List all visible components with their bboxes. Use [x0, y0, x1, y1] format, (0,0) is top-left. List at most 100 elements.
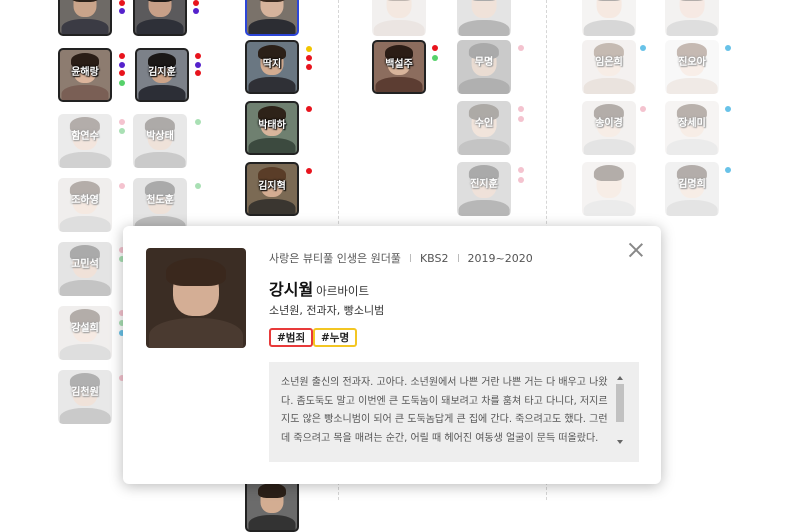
- character-card[interactable]: [665, 0, 719, 36]
- character-card[interactable]: 박태하: [245, 101, 299, 155]
- character-card[interactable]: [245, 0, 299, 36]
- relation-dot: [306, 64, 312, 70]
- relation-dot: [119, 0, 125, 6]
- character-card[interactable]: [582, 162, 636, 216]
- relation-dot: [306, 168, 312, 174]
- separator: [457, 254, 459, 262]
- character-card[interactable]: [372, 0, 426, 36]
- character-role: 아르바이트: [316, 284, 370, 298]
- relation-dot: [518, 116, 524, 122]
- character-card[interactable]: 수인: [457, 101, 511, 155]
- relation-dot: [306, 46, 312, 52]
- hashtag-crime[interactable]: #범죄: [269, 328, 314, 347]
- relation-dot: [306, 106, 312, 112]
- character-card-name: 진지훈: [470, 179, 498, 190]
- character-card-name: 무명: [474, 57, 494, 68]
- relation-dot: [119, 8, 125, 14]
- character-description: 소년원 출신의 전과자. 고아다. 소년원에서 나쁜 거란 나쁜 거는 다 배우…: [269, 362, 639, 462]
- scroll-up-icon[interactable]: [617, 376, 623, 380]
- character-card-name: 김지훈: [148, 67, 176, 78]
- character-photo: [146, 248, 246, 348]
- character-card-name: 천도훈: [146, 195, 174, 206]
- character-card[interactable]: 무명: [457, 40, 511, 94]
- character-card-name: 윤해랑: [71, 67, 99, 78]
- character-card[interactable]: 고민석: [58, 242, 112, 296]
- character-card-name: 조하영: [71, 195, 99, 206]
- character-card-name: 수인: [474, 118, 494, 129]
- character-card-name: 고민석: [71, 259, 99, 270]
- relation-dot: [195, 183, 201, 189]
- relation-dot: [640, 45, 646, 51]
- character-card[interactable]: 김명희: [665, 162, 719, 216]
- relation-dot: [518, 106, 524, 112]
- relation-dot: [195, 119, 201, 125]
- scroll-thumb[interactable]: [616, 384, 624, 422]
- character-card-name: 강설희: [71, 323, 99, 334]
- relation-dot: [306, 55, 312, 61]
- character-card-name: 장세미: [678, 118, 706, 129]
- scroll-down-icon[interactable]: [617, 440, 623, 444]
- character-name: 강시월: [269, 280, 314, 299]
- character-card[interactable]: 진지훈: [457, 162, 511, 216]
- character-card[interactable]: 윤해랑: [58, 48, 112, 102]
- character-card[interactable]: 김지혁: [245, 162, 299, 216]
- character-card-name: 김지혁: [258, 181, 286, 192]
- character-card[interactable]: 진오아: [665, 40, 719, 94]
- relation-dot: [119, 53, 125, 59]
- character-card[interactable]: 천도훈: [133, 178, 187, 232]
- character-card[interactable]: 박상태: [133, 114, 187, 168]
- network: KBS2: [419, 252, 449, 265]
- relation-dot: [193, 8, 199, 14]
- character-card[interactable]: 임은희: [582, 40, 636, 94]
- character-detail-popup: 사랑은 뷰티풀 인생은 원더풀 KBS2 2019~2020 강시월 아르바이트 소년…: [123, 226, 661, 484]
- character-card[interactable]: 조하영: [58, 178, 112, 232]
- character-card[interactable]: [457, 0, 511, 36]
- relation-dot: [725, 45, 731, 51]
- description-scrollbar[interactable]: [615, 374, 625, 446]
- relation-dot: [725, 106, 731, 112]
- broadcast-years: 2019~2020: [467, 252, 533, 265]
- character-card[interactable]: 김천원: [58, 370, 112, 424]
- drama-meta: 사랑은 뷰티풀 인생은 원더풀 KBS2 2019~2020: [269, 250, 533, 266]
- character-card[interactable]: 딱지: [245, 40, 299, 94]
- character-card[interactable]: 장세미: [665, 101, 719, 155]
- character-card-name: 진오아: [678, 57, 706, 68]
- relation-dot: [119, 128, 125, 134]
- relation-dot: [119, 70, 125, 76]
- relation-dot: [518, 167, 524, 173]
- relation-dot: [119, 119, 125, 125]
- relation-dot: [119, 62, 125, 68]
- character-card[interactable]: 송이경: [582, 101, 636, 155]
- character-card-name: 박상태: [146, 131, 174, 142]
- character-card[interactable]: 함연수: [58, 114, 112, 168]
- drama-title: 사랑은 뷰티풀 인생은 원더풀: [269, 252, 401, 265]
- relation-dot: [195, 53, 201, 59]
- character-card-name: 송이경: [595, 118, 623, 129]
- character-card[interactable]: 김지훈: [135, 48, 189, 102]
- character-card[interactable]: 백설주: [372, 40, 426, 94]
- relation-dot: [725, 167, 731, 173]
- relation-dot: [432, 55, 438, 61]
- separator: [409, 254, 411, 262]
- relation-dot: [518, 177, 524, 183]
- close-icon[interactable]: [628, 242, 644, 258]
- hashtag-false-accusation[interactable]: #누명: [313, 328, 358, 347]
- character-card[interactable]: [133, 0, 187, 36]
- relation-dot: [432, 45, 438, 51]
- relation-dot: [193, 0, 199, 6]
- character-card[interactable]: [582, 0, 636, 36]
- relation-dot: [119, 80, 125, 86]
- relation-dot: [640, 106, 646, 112]
- character-title: 강시월 아르바이트: [269, 276, 369, 300]
- relation-dot: [195, 62, 201, 68]
- character-card-name: 김천원: [71, 387, 99, 398]
- character-card-name: 김명희: [678, 179, 706, 190]
- character-card-name: 임은희: [595, 57, 623, 68]
- character-card-name: 박태하: [258, 120, 286, 131]
- character-card[interactable]: [245, 478, 299, 532]
- character-card-name: 백설주: [385, 59, 413, 70]
- character-keywords: 소년원, 전과자, 빵소니범: [269, 304, 385, 317]
- relation-dot: [518, 45, 524, 51]
- character-card[interactable]: [58, 0, 112, 36]
- character-card[interactable]: 강설희: [58, 306, 112, 360]
